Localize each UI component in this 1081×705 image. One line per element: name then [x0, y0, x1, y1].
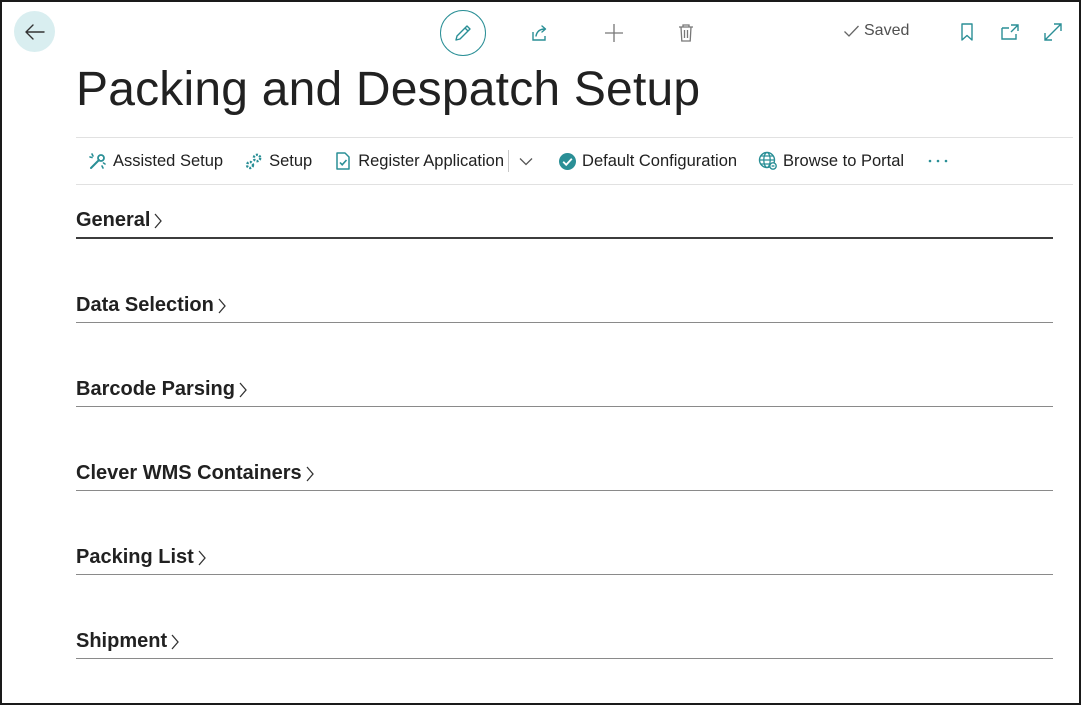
chevron-right-icon [218, 298, 226, 313]
fasttab-shipment-label: Shipment [76, 630, 168, 652]
back-button[interactable] [14, 11, 55, 52]
chevron-right-icon [198, 550, 206, 565]
register-application-action[interactable]: Register Application [321, 143, 510, 179]
fasttab-shipment[interactable]: Shipment [76, 629, 1053, 659]
browse-to-portal-label: Browse to Portal [783, 151, 905, 170]
trash-icon [679, 24, 693, 42]
chevron-right-icon [306, 466, 314, 481]
fasttab-barcode-parsing[interactable]: Barcode Parsing [76, 377, 1053, 407]
fasttab-barcode-parsing-label: Barcode Parsing [76, 378, 235, 400]
default-configuration-label: Default Configuration [582, 151, 738, 170]
default-configuration-action[interactable]: Default Configuration [545, 143, 746, 179]
fasttab-general[interactable]: General [76, 209, 1053, 239]
gears-icon [244, 151, 264, 171]
chevron-down-icon [519, 157, 533, 165]
expand-button[interactable] [1038, 17, 1067, 46]
globe-icon [758, 151, 778, 171]
fasttab-header: Data Selection [76, 294, 227, 317]
more-options-button[interactable] [923, 143, 953, 179]
split-divider [508, 150, 510, 172]
edit-button[interactable] [440, 10, 486, 56]
share-icon [532, 25, 547, 41]
bookmark-icon [960, 22, 973, 41]
chevron-right-icon [239, 382, 247, 397]
new-button[interactable] [598, 17, 630, 49]
fasttab-clever-wms-containers[interactable]: Clever WMS Containers [76, 461, 1053, 491]
open-in-new-window-icon [1000, 23, 1019, 40]
share-button[interactable] [524, 17, 556, 49]
check-circle-icon [557, 151, 577, 171]
chevron-right-icon [171, 634, 179, 649]
assisted-setup-icon [88, 151, 108, 171]
fasttab-data-selection-label: Data Selection [76, 294, 214, 316]
chevron-right-icon [154, 213, 163, 228]
browse-to-portal-action[interactable]: Browse to Portal [746, 143, 913, 179]
save-status-label: Saved [864, 22, 910, 39]
record-toolbar [440, 10, 693, 56]
checkmark-icon [844, 25, 859, 37]
action-bar: Assisted Setup Setup Register Applicatio… [76, 137, 1073, 185]
fasttab-data-selection[interactable]: Data Selection [76, 293, 1053, 323]
page-options [952, 17, 1067, 46]
document-check-icon [333, 151, 353, 171]
fasttab-packing-list[interactable]: Packing List [76, 545, 1053, 575]
plus-icon [605, 24, 623, 42]
arrow-left-icon [24, 23, 45, 40]
setup-action[interactable]: Setup [232, 143, 321, 179]
setup-label: Setup [269, 151, 313, 170]
assisted-setup-action[interactable]: Assisted Setup [76, 143, 232, 179]
page-frame: Saved Packing and Despatch Setup Assiste… [0, 0, 1081, 705]
fasttab-general-label: General [76, 209, 151, 231]
ellipsis-icon [928, 159, 948, 163]
fasttab-header: General [76, 209, 163, 232]
fasttab-header: Clever WMS Containers [76, 462, 315, 485]
page-title: Packing and Despatch Setup [76, 63, 701, 116]
save-status: Saved [843, 22, 909, 40]
delete-button[interactable] [670, 17, 702, 49]
fasttab-header: Barcode Parsing [76, 378, 248, 401]
bookmark-button[interactable] [952, 17, 981, 46]
open-new-window-button[interactable] [995, 17, 1024, 46]
register-application-menu-button[interactable] [513, 143, 539, 179]
fasttab-header: Shipment [76, 630, 180, 653]
fasttab-header: Packing List [76, 546, 207, 569]
fasttab-packing-list-label: Packing List [76, 546, 194, 568]
fasttab-clever-wms-containers-label: Clever WMS Containers [76, 462, 302, 484]
pencil-icon [455, 25, 471, 41]
expand-icon [1043, 22, 1062, 41]
assisted-setup-label: Assisted Setup [113, 151, 224, 170]
register-application-label: Register Application [358, 151, 505, 170]
